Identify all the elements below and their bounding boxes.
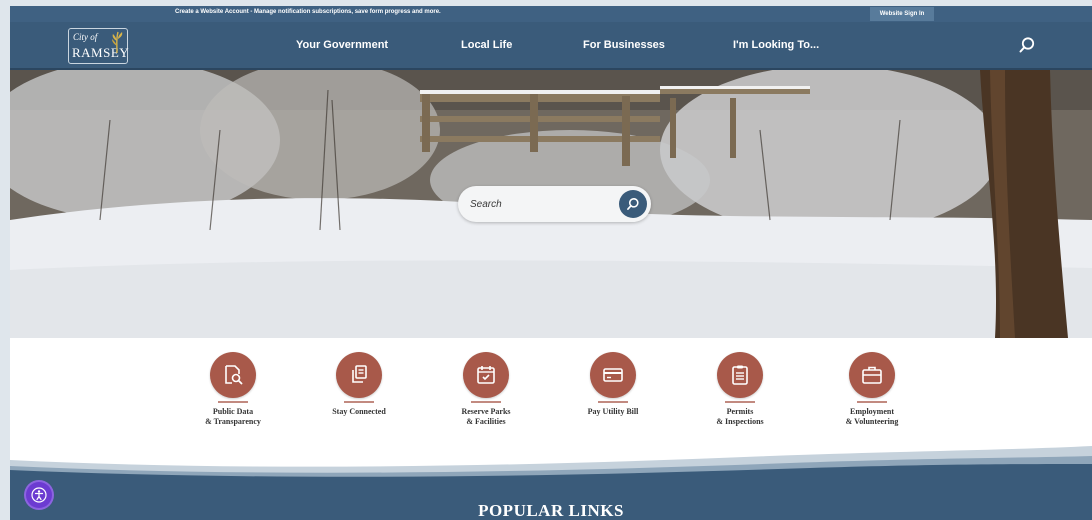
quick-link-label: Employment & Volunteering xyxy=(817,407,927,427)
quick-link-circle xyxy=(590,352,636,398)
quick-link-circle xyxy=(210,352,256,398)
quick-link-circle xyxy=(717,352,763,398)
hero-search-input[interactable] xyxy=(470,195,610,213)
nav-for-businesses[interactable]: For Businesses xyxy=(583,39,665,51)
search-icon[interactable] xyxy=(1018,36,1036,54)
label-line1: Public Data xyxy=(212,407,254,416)
label-line2: & Volunteering xyxy=(845,417,899,426)
nav-looking-to[interactable]: I'm Looking To... xyxy=(733,39,819,51)
quick-link-underline xyxy=(598,401,628,403)
hero-banner xyxy=(10,70,1092,338)
quick-link-label: Pay Utility Bill xyxy=(558,407,668,417)
quick-link-circle xyxy=(336,352,382,398)
popular-links-title: POPULAR LINKS xyxy=(478,501,624,520)
label-line1: Reserve Parks xyxy=(461,407,511,416)
sign-in-button[interactable]: Website Sign In xyxy=(870,7,934,21)
label-line1: Pay Utility Bill xyxy=(587,407,639,416)
clipboard-icon xyxy=(732,365,748,385)
quick-link-label: Reserve Parks & Facilities xyxy=(431,407,541,427)
label-line2: & Facilities xyxy=(466,417,506,426)
search-icon xyxy=(627,198,639,210)
label-line1: Employment xyxy=(850,407,894,416)
accessibility-button[interactable] xyxy=(26,482,52,508)
city-logo[interactable]: City of RAMSEY xyxy=(68,28,129,64)
credit-card-icon xyxy=(603,368,623,382)
nav-local-life[interactable]: Local Life xyxy=(461,39,512,51)
create-account-link[interactable]: Create a Website Account - Manage notifi… xyxy=(175,9,441,15)
briefcase-icon xyxy=(862,366,882,384)
hero-search-button[interactable] xyxy=(619,190,647,218)
quick-link-label: Public Data & Transparency xyxy=(178,407,288,427)
label-line1: Permits xyxy=(726,407,754,416)
quick-link-circle xyxy=(463,352,509,398)
quick-links: Public Data & Transparency Stay Connecte… xyxy=(10,338,1092,454)
quick-link-underline xyxy=(857,401,887,403)
quick-link-pay-utility-bill[interactable]: Pay Utility Bill xyxy=(558,352,668,417)
logo-line1: City of xyxy=(73,32,98,42)
label-line1: Stay Connected xyxy=(332,407,386,416)
quick-link-permits[interactable]: Permits & Inspections xyxy=(685,352,795,427)
quick-link-stay-connected[interactable]: Stay Connected xyxy=(304,352,414,417)
label-line2: & Transparency xyxy=(205,417,261,426)
wheat-icon xyxy=(112,31,123,53)
quick-link-label: Stay Connected xyxy=(304,407,414,417)
quick-link-underline xyxy=(725,401,755,403)
label-line2: & Inspections xyxy=(716,417,764,426)
quick-link-reserve-parks[interactable]: Reserve Parks & Facilities xyxy=(431,352,541,427)
hero-search-box xyxy=(458,186,651,222)
quick-link-employment[interactable]: Employment & Volunteering xyxy=(817,352,927,427)
quick-link-label: Permits & Inspections xyxy=(685,407,795,427)
accessibility-icon xyxy=(31,487,47,503)
quick-link-underline xyxy=(218,401,248,403)
nav-your-government[interactable]: Your Government xyxy=(296,39,388,51)
quick-link-circle xyxy=(849,352,895,398)
document-search-icon xyxy=(225,365,243,385)
quick-link-public-data[interactable]: Public Data & Transparency xyxy=(178,352,288,427)
quick-link-underline xyxy=(344,401,374,403)
popular-links-section: POPULAR LINKS xyxy=(10,446,1092,520)
quick-link-underline xyxy=(471,401,501,403)
main-nav: City of RAMSEY Your Government Local Lif… xyxy=(10,22,1092,70)
calendar-check-icon xyxy=(477,366,495,384)
utility-bar: Create a Website Account - Manage notifi… xyxy=(10,6,1092,22)
newsletter-icon xyxy=(352,365,367,383)
page-frame: Create a Website Account - Manage notifi… xyxy=(10,6,1092,520)
